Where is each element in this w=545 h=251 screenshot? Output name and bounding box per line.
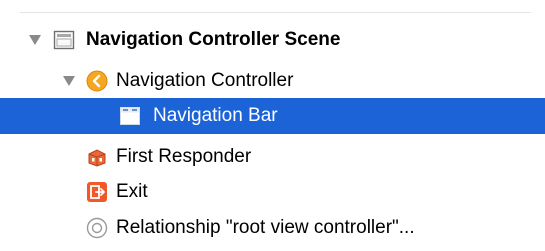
outline-item-label: First Responder <box>116 146 252 167</box>
disclosure-triangle-expanded[interactable] <box>63 76 75 86</box>
outline-item-navigation-controller[interactable]: Navigation Controller <box>0 63 545 99</box>
outline-item-exit[interactable]: Exit <box>0 174 545 210</box>
outline-item-label: Navigation Controller Scene <box>86 29 341 50</box>
relationship-icon <box>86 217 108 239</box>
scene-icon <box>53 29 75 51</box>
exit-icon <box>86 181 108 203</box>
top-divider <box>20 12 531 13</box>
outline-item-label: Exit <box>116 181 148 202</box>
outline-item-label: Relationship "root view controller"... <box>116 217 415 238</box>
outline-item-first-responder[interactable]: First Responder <box>0 139 545 175</box>
navigation-bar-icon <box>119 105 141 127</box>
outline-item-label: Navigation Bar <box>153 105 278 126</box>
outline-item-navigation-bar[interactable]: Navigation Bar <box>0 98 545 134</box>
disclosure-triangle-expanded[interactable] <box>29 35 41 45</box>
outline-item-relationship[interactable]: Relationship "root view controller"... <box>0 210 545 246</box>
outline-item-label: Navigation Controller <box>116 70 294 91</box>
outline-item-navigation-controller-scene[interactable]: Navigation Controller Scene <box>0 22 545 58</box>
first-responder-icon <box>86 146 108 168</box>
navigation-controller-icon <box>86 70 108 92</box>
